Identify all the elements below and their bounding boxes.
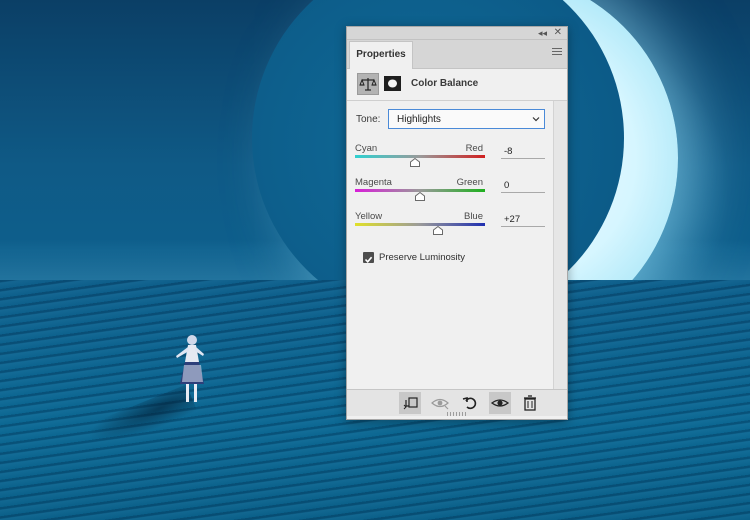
adjustment-header: Color Balance — [357, 73, 557, 97]
girl-figure — [176, 335, 204, 402]
panel-scrollbar[interactable] — [553, 101, 567, 389]
toggle-visibility-button[interactable] — [489, 392, 511, 414]
slider-track[interactable] — [355, 223, 485, 226]
checkmark-icon — [364, 256, 373, 263]
slider-yellow-blue: Yellow Blue +27 — [355, 211, 545, 241]
close-icon[interactable]: ✕ — [554, 27, 562, 39]
panel-title-strip: ◂◂ ✕ — [347, 27, 567, 40]
panel-tab-bar: Properties — [347, 40, 567, 69]
reset-icon — [462, 396, 477, 410]
view-previous-state-button[interactable] — [429, 392, 451, 414]
magenta-green-value-field[interactable]: 0 — [501, 180, 545, 193]
preserve-luminosity-option[interactable]: Preserve Luminosity — [363, 251, 523, 265]
yellow-blue-value-field[interactable]: +27 — [501, 214, 545, 227]
tone-label: Tone: — [356, 114, 381, 125]
adjustment-controls: Tone: Highlights Cyan Red -8 Magenta Gre… — [347, 101, 553, 389]
slider-magenta-green: Magenta Green 0 — [355, 177, 545, 207]
chevron-down-icon — [532, 117, 540, 122]
trash-icon — [524, 395, 536, 411]
slider-thumb[interactable] — [432, 226, 443, 235]
tone-dropdown[interactable]: Highlights — [388, 109, 545, 129]
tone-selected-value: Highlights — [397, 114, 441, 125]
reset-button[interactable] — [459, 392, 481, 414]
slider-right-label: Green — [456, 177, 483, 188]
resize-grip[interactable] — [447, 412, 467, 416]
delete-button[interactable] — [519, 392, 541, 414]
view-previous-state-icon — [431, 398, 449, 410]
preserve-luminosity-checkbox[interactable] — [363, 252, 374, 263]
slider-track[interactable] — [355, 155, 485, 158]
adjustment-title: Color Balance — [411, 78, 479, 89]
tab-properties[interactable]: Properties — [349, 41, 413, 69]
preserve-luminosity-label: Preserve Luminosity — [379, 252, 466, 263]
layer-mask-icon[interactable] — [384, 76, 401, 91]
visibility-eye-icon — [490, 399, 510, 407]
clip-to-layer-button[interactable] — [399, 392, 421, 414]
properties-panel: ◂◂ ✕ Properties Color Balance Tone: High… — [346, 26, 568, 420]
slider-thumb[interactable] — [409, 158, 420, 167]
slider-right-label: Red — [465, 143, 483, 154]
cyan-red-value-field[interactable]: -8 — [501, 146, 545, 159]
panel-menu-icon[interactable] — [552, 48, 562, 57]
slider-thumb[interactable] — [415, 192, 425, 201]
slider-right-label: Blue — [463, 211, 483, 222]
color-balance-icon[interactable] — [357, 73, 379, 95]
slider-cyan-red: Cyan Red -8 — [355, 143, 545, 173]
clip-to-layer-icon — [403, 397, 418, 410]
collapse-icon[interactable]: ◂◂ — [538, 27, 547, 39]
